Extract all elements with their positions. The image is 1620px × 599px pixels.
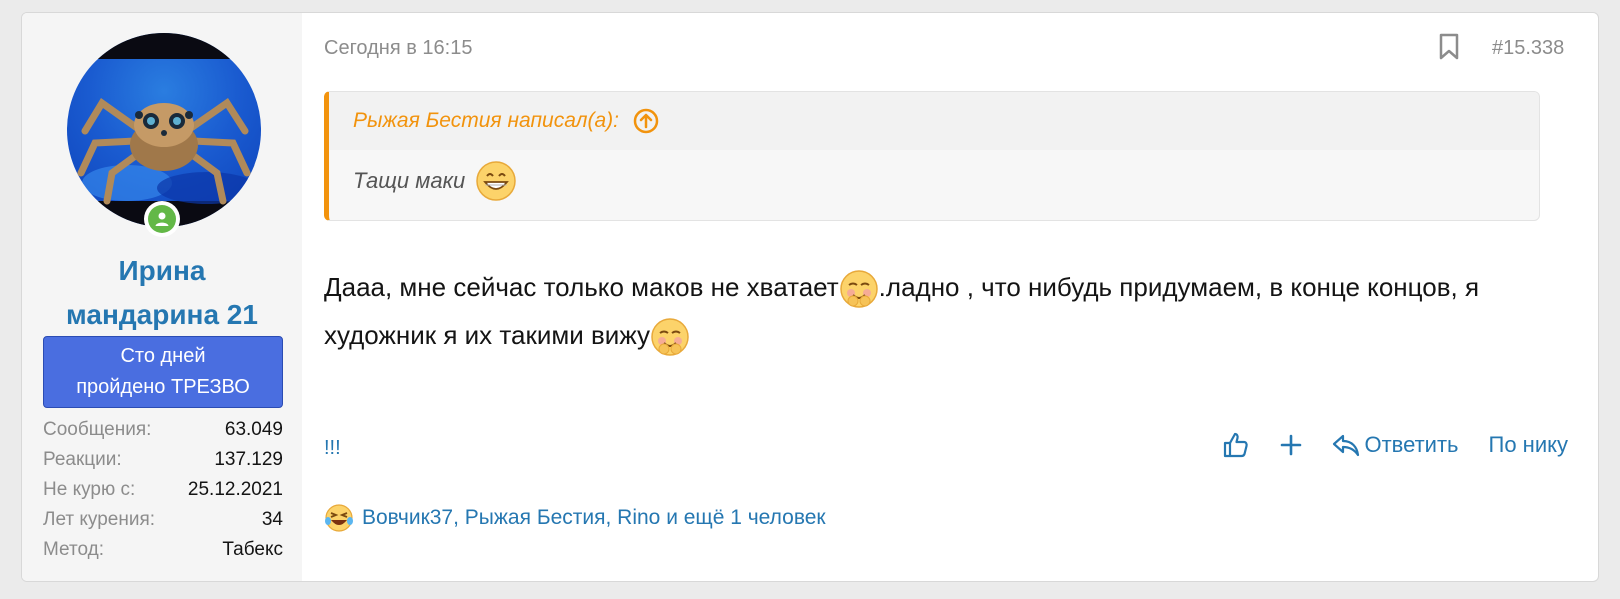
like-button[interactable]: [1222, 431, 1250, 459]
blush-emoji-icon: [650, 317, 690, 357]
thumbs-up-icon: [1224, 432, 1249, 458]
plus-icon: [1281, 434, 1302, 456]
bookmark-icon[interactable]: [1438, 33, 1460, 66]
stat-row-messages: Сообщения: 63.049: [43, 415, 283, 445]
stat-value[interactable]: 63.049: [225, 415, 283, 445]
stat-value: 137.129: [214, 449, 283, 470]
stat-value: 34: [261, 509, 283, 530]
reply-arrow-icon: [1333, 434, 1360, 457]
quote-header: Рыжая Бестия написал(а):: [329, 92, 1539, 150]
username-line2: мандарина 21: [66, 299, 258, 330]
username-line1: Ирина: [118, 255, 206, 286]
user-title-line2: пройдено ТРЕЗВО: [76, 376, 250, 398]
stat-value: Табекс: [222, 539, 283, 560]
user-info-panel: Ирина мандарина 21 Сто дней пройдено ТРЕ…: [22, 13, 302, 581]
quote-block: Рыжая Бестия написал(а): Тащи маки: [324, 91, 1540, 221]
post-number[interactable]: #15.338: [1492, 37, 1564, 60]
grin-emoji-icon: [475, 160, 517, 202]
online-user-icon: [155, 212, 169, 226]
multiquote-button[interactable]: [1280, 434, 1302, 456]
arrow-up-circle-icon[interactable]: [633, 108, 659, 134]
stat-row-method: Метод: Табекс: [43, 535, 283, 565]
stat-row-smoking-years: Лет курения: 34: [43, 505, 283, 535]
user-title-badge: Сто дней пройдено ТРЕЗВО: [43, 336, 283, 408]
user-stats: Сообщения: 63.049 Реакции: 137.129 Не ку…: [43, 415, 283, 565]
stat-label: Сообщения:: [43, 419, 152, 440]
stat-label: Реакции:: [43, 449, 122, 470]
report-link[interactable]: !!!: [324, 437, 341, 460]
post-message: Дааа, мне сейчас только маков не хватает…: [324, 263, 1554, 359]
post-actions: Ответить По нику: [1222, 431, 1568, 459]
quote-text: Тащи маки: [353, 168, 466, 193]
online-status-indicator: [144, 201, 180, 237]
stat-label: Лет курения:: [43, 509, 156, 530]
avatar[interactable]: [67, 33, 261, 227]
blush-emoji-icon: [839, 269, 879, 309]
stat-value: 25.12.2021: [187, 479, 283, 500]
reply-label: Ответить: [1364, 432, 1459, 457]
user-title-line1: Сто дней: [120, 345, 206, 367]
quote-author[interactable]: Рыжая Бестия написал(а):: [353, 109, 619, 133]
quote-body: Тащи маки: [329, 150, 1539, 202]
stat-row-reactions: Реакции: 137.129: [43, 445, 283, 475]
laughing-reaction-icon: [325, 504, 353, 532]
forum-post: Ирина мандарина 21 Сто дней пройдено ТРЕ…: [21, 12, 1599, 582]
stat-label: Не курю с:: [43, 479, 136, 500]
stat-row-quit-date: Не курю с: 25.12.2021: [43, 475, 283, 505]
stat-label: Метод:: [43, 539, 104, 560]
reactions-summary[interactable]: Вовчик37, Рыжая Бестия, Rino и ещё 1 чел…: [324, 503, 826, 533]
username-link[interactable]: Ирина мандарина 21: [32, 249, 292, 337]
by-nick-label: По нику: [1488, 432, 1568, 457]
reply-button[interactable]: Ответить: [1332, 432, 1459, 458]
message-text-part1: Дааа, мне сейчас только маков не хватает: [324, 272, 839, 302]
post-date[interactable]: Сегодня в 16:15: [324, 37, 472, 60]
by-nick-button[interactable]: По нику: [1489, 432, 1568, 458]
reactions-text[interactable]: Вовчик37, Рыжая Бестия, Rino и ещё 1 чел…: [362, 506, 826, 530]
